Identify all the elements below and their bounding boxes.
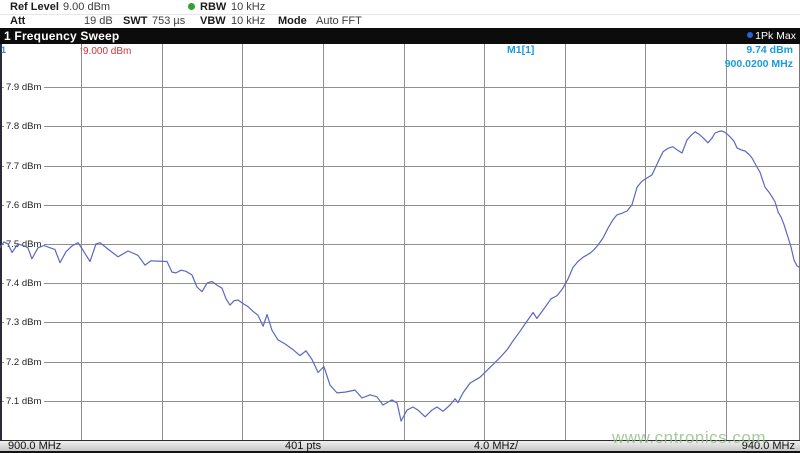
spectrum-analyzer-screen: { "header": { "ref_level_label": "Ref Le… xyxy=(0,0,800,453)
marker1-frequency-readout: 900.0200 MHz xyxy=(725,58,793,70)
grid-vertical-line xyxy=(484,44,485,440)
rbw-value[interactable]: 10 kHz xyxy=(231,1,265,13)
y-axis-label: 7.3 dBm xyxy=(4,317,44,328)
grid-vertical-line xyxy=(726,44,727,440)
y-axis-label: 7.5 dBm xyxy=(4,239,44,250)
att-value[interactable]: 19 dB xyxy=(84,15,113,27)
vbw-value[interactable]: 10 kHz xyxy=(231,15,265,27)
grid-horizontal-line xyxy=(2,166,800,167)
grid-vertical-line xyxy=(81,44,82,440)
reference-level-line-label: ↑9.000 dBm xyxy=(79,45,131,57)
y-axis-label: 7.8 dBm xyxy=(4,121,44,132)
rbw-label: RBW xyxy=(200,1,226,13)
settings-row-2: Att 19 dB SWT 753 µs VBW 10 kHz Mode Aut… xyxy=(0,14,800,28)
grid-vertical-line xyxy=(404,44,405,440)
rbw-coupled-indicator-icon xyxy=(188,3,195,10)
y-axis-label: 7.7 dBm xyxy=(4,161,44,172)
grid-horizontal-line xyxy=(2,205,800,206)
trace-mode-label: 1Pk Max xyxy=(755,30,796,42)
marker1-name[interactable]: M1[1] xyxy=(507,44,534,56)
trace-mode-badge[interactable]: 1Pk Max xyxy=(747,30,796,42)
swt-value[interactable]: 753 µs xyxy=(152,15,185,27)
grid-horizontal-line xyxy=(2,87,800,88)
marker1-level-readout: 9.74 dBm xyxy=(746,44,793,56)
start-frequency-label: 900.0 MHz xyxy=(8,441,61,452)
grid-vertical-line xyxy=(162,44,163,440)
mode-label: Mode xyxy=(278,15,307,27)
grid-horizontal-line xyxy=(2,283,800,284)
grid-vertical-line xyxy=(565,44,566,440)
grid-vertical-line xyxy=(323,44,324,440)
att-label: Att xyxy=(10,15,25,27)
swt-label: SWT xyxy=(123,15,147,27)
mode-value[interactable]: Auto FFT xyxy=(316,15,362,27)
sweep-points-label: 401 pts xyxy=(285,441,321,452)
y-axis-label: 7.9 dBm xyxy=(4,82,44,93)
grid-horizontal-line xyxy=(2,322,800,323)
ref-level-value[interactable]: 9.00 dBm xyxy=(63,1,110,13)
diagram-area[interactable]: 7.9 dBm 7.8 dBm 7.7 dBm 7.6 dBm 7.5 dBm 7.4 d… xyxy=(0,44,800,440)
grid-vertical-line xyxy=(242,44,243,440)
window-title: 1 Frequency Sweep xyxy=(4,29,119,43)
vbw-label: VBW xyxy=(200,15,226,27)
settings-row-1: Ref Level 9.00 dBm RBW 10 kHz xyxy=(0,0,800,15)
y-axis-label: 7.4 dBm xyxy=(4,278,44,289)
span-per-division-label: 4.0 MHz/ xyxy=(474,441,518,452)
grid-horizontal-line xyxy=(2,244,800,245)
grid-horizontal-line xyxy=(2,362,800,363)
marker1-clipped-flag: 1 xyxy=(1,45,6,55)
channel-settings-bar: Ref Level 9.00 dBm RBW 10 kHz Att 19 dB … xyxy=(0,0,800,28)
y-axis-label: 7.6 dBm xyxy=(4,200,44,211)
grid-horizontal-line xyxy=(2,401,800,402)
ref-level-label: Ref Level xyxy=(10,1,59,13)
y-axis-label: 7.2 dBm xyxy=(4,357,44,368)
x-axis-bar: 900.0 MHz 401 pts 4.0 MHz/ 940.0 MHz xyxy=(0,440,800,453)
window-title-bar[interactable]: 1 Frequency Sweep 1Pk Max xyxy=(0,28,800,44)
grid-horizontal-line xyxy=(2,126,800,127)
trace1-color-dot-icon xyxy=(747,32,753,38)
grid-vertical-line xyxy=(645,44,646,440)
y-axis-label: 7.1 dBm xyxy=(4,396,44,407)
stop-frequency-label: 940.0 MHz xyxy=(742,441,795,452)
